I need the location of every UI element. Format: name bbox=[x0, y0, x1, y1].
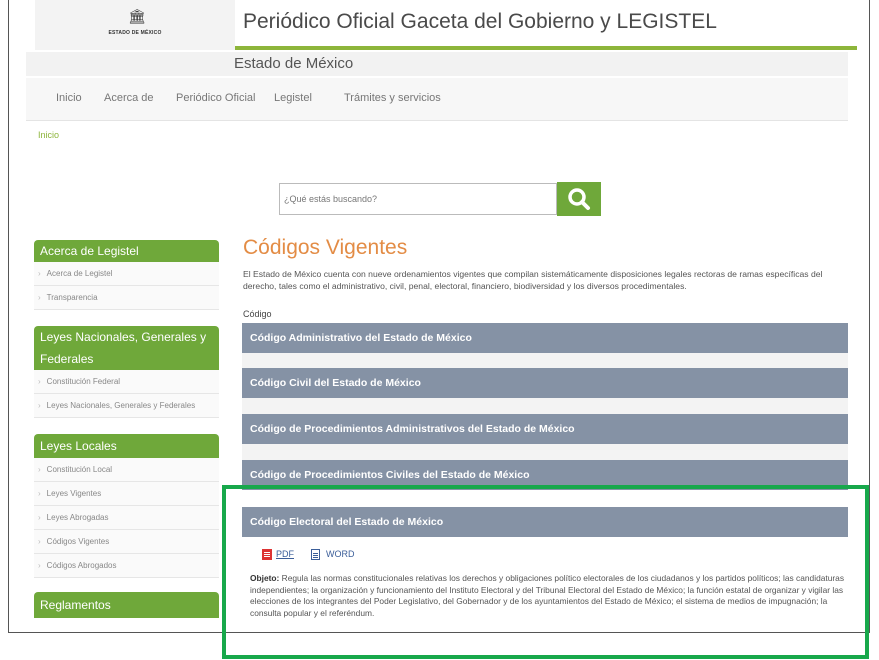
sidebar-item-label: Acerca de Legistel bbox=[46, 269, 113, 278]
code-item-proc-administrativos[interactable]: Código de Procedimientos Administrativos… bbox=[242, 414, 848, 444]
search-icon bbox=[568, 188, 590, 210]
search-input[interactable]: ¿Qué estás buscando? bbox=[279, 183, 557, 215]
main-nav: Inicio Acerca de Periódico Oficial Legis… bbox=[26, 78, 848, 121]
code-spacer bbox=[242, 398, 848, 414]
search-button[interactable] bbox=[557, 182, 601, 216]
sidebar-item-label: Constitución Local bbox=[46, 465, 113, 474]
logo-text: ESTADO DE MÉXICO bbox=[108, 30, 162, 36]
sidebar-item-acerca-de-legistel[interactable]: › Acerca de Legistel bbox=[34, 262, 219, 286]
government-seal-icon: 🏛 bbox=[128, 8, 146, 24]
intro-text: El Estado de México cuenta con nueve ord… bbox=[243, 269, 823, 291]
word-link[interactable]: WORD bbox=[326, 549, 355, 559]
nav-item-tramites[interactable]: Trámites y servicios bbox=[344, 92, 441, 104]
page-title: Códigos Vigentes bbox=[243, 236, 408, 259]
title-underline bbox=[235, 46, 857, 50]
pdf-icon[interactable] bbox=[262, 549, 272, 560]
sidebar-item-label: Transparencia bbox=[46, 293, 98, 302]
sidebar-heading: Leyes Nacionales, Generales y Federales bbox=[34, 326, 219, 370]
search-placeholder: ¿Qué estás buscando? bbox=[284, 194, 378, 204]
sidebar-item-label: Constitución Federal bbox=[46, 377, 121, 386]
sidebar-item-label: Códigos Abrogados bbox=[46, 561, 117, 570]
sidebar-item-label: Leyes Vigentes bbox=[46, 489, 102, 498]
code-item-proc-civiles[interactable]: Código de Procedimientos Civiles del Est… bbox=[242, 460, 848, 490]
code-spacer bbox=[242, 444, 848, 460]
code-item-administrativo[interactable]: Código Administrativo del Estado de Méxi… bbox=[242, 323, 848, 353]
sidebar-item-constitucion-federal[interactable]: › Constitución Federal bbox=[34, 370, 219, 394]
objeto-description: Objeto: Regula las normas constitucional… bbox=[250, 573, 844, 619]
sidebar-heading: Reglamentos bbox=[34, 592, 219, 618]
column-label: Código bbox=[243, 309, 272, 319]
code-item-electoral[interactable]: Código Electoral del Estado de México bbox=[242, 507, 848, 537]
sidebar-section-leyes-nacionales: Leyes Nacionales, Generales y Federales … bbox=[34, 326, 219, 418]
nav-item-periodico-oficial[interactable]: Periódico Oficial bbox=[176, 92, 255, 104]
sidebar-heading: Acerca de Legistel bbox=[34, 240, 219, 262]
objeto-label: Objeto: bbox=[250, 573, 280, 583]
word-document-icon[interactable] bbox=[311, 549, 320, 560]
sidebar-item-leyes-abrogadas[interactable]: › Leyes Abrogadas bbox=[34, 506, 219, 530]
sidebar-section-leyes-locales: Leyes Locales › Constitución Local › Leyes… bbox=[34, 434, 219, 578]
sidebar-item-leyes-vigentes[interactable]: › Leyes Vigentes bbox=[34, 482, 219, 506]
sidebar-heading: Leyes Locales bbox=[34, 434, 219, 458]
subtitle-bar: Estado de México bbox=[26, 52, 848, 76]
code-item-civil[interactable]: Código Civil del Estado de México bbox=[242, 368, 848, 398]
sidebar-item-leyes-nacionales[interactable]: › Leyes Nacionales, Generales y Federales bbox=[34, 394, 219, 418]
sidebar-item-codigos-abrogados[interactable]: › Códigos Abrogados bbox=[34, 554, 219, 578]
pdf-link[interactable]: PDF bbox=[276, 549, 294, 559]
sidebar-section-acerca: Acerca de Legistel › Acerca de Legistel ›… bbox=[34, 240, 219, 310]
sidebar-item-label: Códigos Vigentes bbox=[46, 537, 110, 546]
nav-item-legistel[interactable]: Legistel bbox=[274, 92, 312, 104]
nav-item-inicio[interactable]: Inicio bbox=[56, 92, 82, 104]
site-header: 🏛 ESTADO DE MÉXICO Periódico Oficial Gac… bbox=[35, 0, 857, 50]
site-title: Periódico Oficial Gaceta del Gobierno y … bbox=[243, 10, 717, 33]
site-subtitle: Estado de México bbox=[234, 55, 354, 72]
sidebar-item-transparencia[interactable]: › Transparencia bbox=[34, 286, 219, 310]
breadcrumb[interactable]: Inicio bbox=[38, 130, 59, 140]
sidebar-section-reglamentos: Reglamentos bbox=[34, 592, 219, 618]
sidebar-item-codigos-vigentes[interactable]: › Códigos Vigentes bbox=[34, 530, 219, 554]
sidebar-item-label: Leyes Abrogadas bbox=[46, 513, 109, 522]
sidebar-item-label: Leyes Nacionales, Generales y Federales bbox=[46, 401, 196, 410]
site-logo[interactable]: 🏛 ESTADO DE MÉXICO bbox=[35, 0, 235, 50]
sidebar-item-constitucion-local[interactable]: › Constitución Local bbox=[34, 458, 219, 482]
nav-item-acerca-de[interactable]: Acerca de bbox=[104, 92, 154, 104]
code-spacer bbox=[242, 353, 848, 368]
objeto-text: Regula las normas constitucionales relat… bbox=[250, 573, 845, 618]
